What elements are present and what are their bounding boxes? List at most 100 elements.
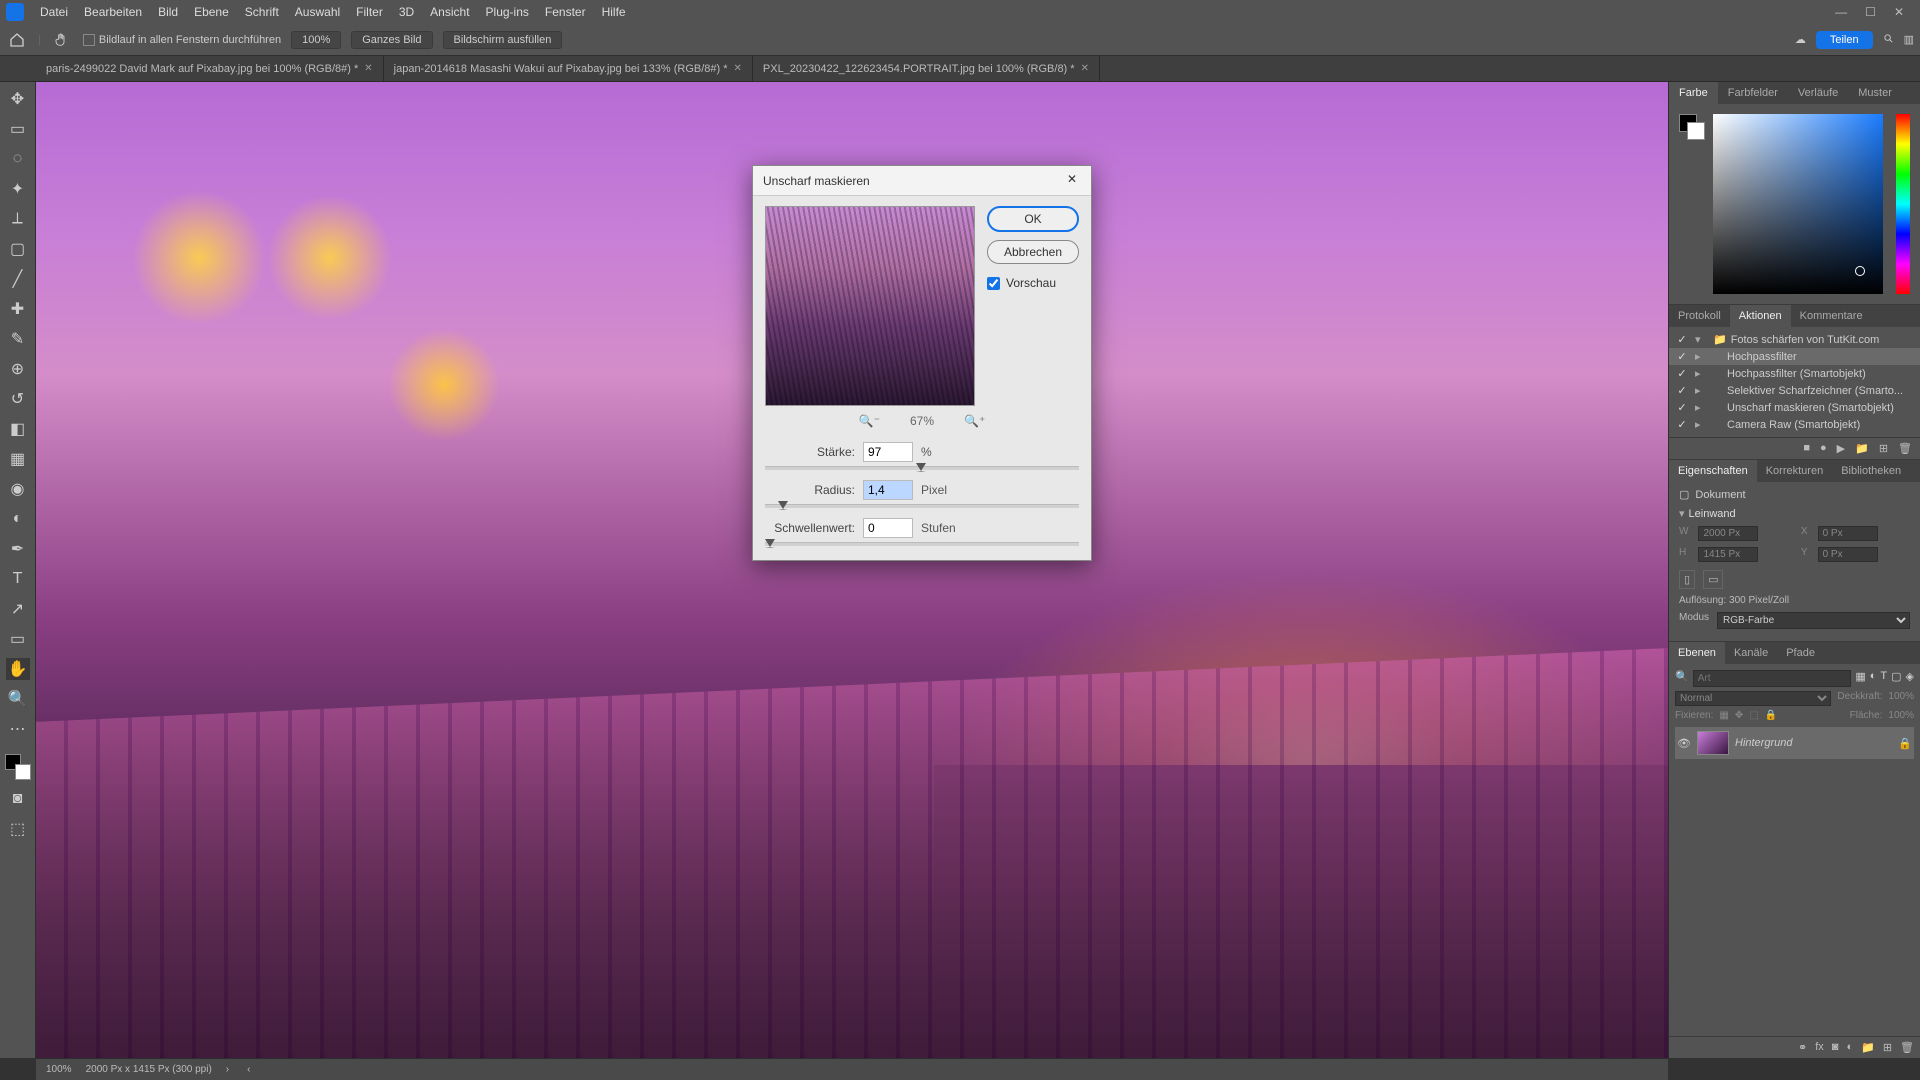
document-tab[interactable]: paris-2499022 David Mark auf Pixabay.jpg… <box>36 56 384 81</box>
filter-type-icon[interactable]: T <box>1880 670 1887 687</box>
blend-mode-select[interactable]: Normal <box>1675 691 1831 706</box>
document-tab[interactable]: PXL_20230422_122623454.PORTRAIT.jpg bei … <box>753 56 1100 81</box>
threshold-slider[interactable] <box>765 542 1079 546</box>
eyedropper-tool-icon[interactable]: ╱ <box>6 268 30 290</box>
preview-checkbox[interactable]: Vorschau <box>987 276 1079 290</box>
shape-tool-icon[interactable]: ▭ <box>6 628 30 650</box>
marquee-tool-icon[interactable]: ▭ <box>6 118 30 140</box>
tab-paths[interactable]: Pfade <box>1777 642 1824 664</box>
width-field[interactable] <box>1698 526 1758 541</box>
height-field[interactable] <box>1698 547 1758 562</box>
radius-slider[interactable] <box>765 504 1079 508</box>
status-doc-info[interactable]: 2000 Px x 1415 Px (300 ppi) <box>86 1064 212 1075</box>
ok-button[interactable]: OK <box>987 206 1079 232</box>
close-tab-icon[interactable]: ✕ <box>1081 63 1089 74</box>
filter-shape-icon[interactable]: ▢ <box>1891 670 1901 687</box>
tab-channels[interactable]: Kanäle <box>1725 642 1777 664</box>
fill-screen-button[interactable]: Bildschirm ausfüllen <box>443 31 563 49</box>
document-tab[interactable]: japan-2014618 Masashi Wakui auf Pixabay.… <box>384 56 753 81</box>
color-field[interactable] <box>1713 114 1883 294</box>
hand-tool-icon[interactable] <box>51 29 73 51</box>
stamp-tool-icon[interactable]: ⊕ <box>6 358 30 380</box>
new-action-icon[interactable]: ⊞ <box>1879 442 1888 455</box>
filter-adjust-icon[interactable]: ◐ <box>1870 670 1877 687</box>
tab-patterns[interactable]: Muster <box>1848 82 1902 104</box>
home-icon[interactable] <box>6 29 28 51</box>
record-icon[interactable]: ● <box>1820 442 1827 455</box>
minimize-icon[interactable]: — <box>1835 5 1847 19</box>
tab-comments[interactable]: Kommentare <box>1791 305 1872 327</box>
share-button[interactable]: Teilen <box>1816 31 1873 49</box>
tab-history[interactable]: Protokoll <box>1669 305 1730 327</box>
close-icon[interactable]: ✕ <box>1063 172 1081 190</box>
menu-item[interactable]: Bild <box>150 5 186 19</box>
menu-item[interactable]: Ansicht <box>422 5 477 19</box>
cloud-icon[interactable]: ☁ <box>1795 33 1806 46</box>
amount-slider[interactable] <box>765 466 1079 470</box>
blur-tool-icon[interactable]: ◉ <box>6 478 30 500</box>
tab-swatches[interactable]: Farbfelder <box>1718 82 1788 104</box>
zoom-out-icon[interactable]: 🔍⁻ <box>859 414 880 428</box>
link-icon[interactable]: ⚭ <box>1798 1041 1807 1054</box>
visibility-icon[interactable]: 👁 <box>1677 737 1691 750</box>
stop-icon[interactable]: ■ <box>1803 442 1810 455</box>
dodge-tool-icon[interactable]: ◐ <box>6 508 30 530</box>
tab-actions[interactable]: Aktionen <box>1730 305 1791 327</box>
preview-image[interactable] <box>765 206 975 406</box>
crop-tool-icon[interactable]: ⟂ <box>6 208 30 230</box>
x-field[interactable] <box>1818 526 1878 541</box>
play-icon[interactable]: ▶ <box>1837 442 1845 455</box>
fx-icon[interactable]: fx <box>1815 1041 1824 1054</box>
mode-select[interactable]: RGB-Farbe <box>1717 612 1910 629</box>
amount-input[interactable] <box>863 442 913 462</box>
trash-icon[interactable]: 🗑 <box>1900 1041 1914 1054</box>
zoom-level-button[interactable]: 100% <box>291 31 341 49</box>
edit-toolbar-icon[interactable]: ⋯ <box>6 718 30 740</box>
heal-tool-icon[interactable]: ✚ <box>6 298 30 320</box>
opacity-value[interactable]: 100% <box>1888 691 1914 706</box>
y-field[interactable] <box>1818 547 1878 562</box>
group-icon[interactable]: 📁 <box>1861 1041 1875 1054</box>
filter-smart-icon[interactable]: ◈ <box>1906 670 1914 687</box>
hue-slider[interactable] <box>1896 114 1910 294</box>
layer-row[interactable]: 👁 Hintergrund 🔒 <box>1675 727 1914 759</box>
layer-filter-input[interactable] <box>1693 670 1852 687</box>
zoom-in-icon[interactable]: 🔍⁺ <box>964 414 985 428</box>
pen-tool-icon[interactable]: ✒ <box>6 538 30 560</box>
menu-item[interactable]: Filter <box>348 5 391 19</box>
search-icon[interactable] <box>1883 33 1894 47</box>
dialog-titlebar[interactable]: Unscharf maskieren ✕ <box>753 166 1091 196</box>
layer-thumbnail[interactable] <box>1697 731 1729 755</box>
history-brush-tool-icon[interactable]: ↺ <box>6 388 30 410</box>
action-set[interactable]: Fotos schärfen von TutKit.com <box>1731 334 1880 346</box>
tab-layers[interactable]: Ebenen <box>1669 642 1725 664</box>
adjustment-icon[interactable]: ◐ <box>1846 1041 1853 1054</box>
hand-tool-icon[interactable]: ✋ <box>6 658 30 680</box>
trash-icon[interactable]: 🗑 <box>1898 442 1912 455</box>
action-item[interactable]: Selektiver Scharfzeichner (Smarto... <box>1727 385 1903 397</box>
mask-icon[interactable]: ◙ <box>1832 1041 1839 1054</box>
chevron-left-icon[interactable]: ‹ <box>247 1064 250 1075</box>
tab-libraries[interactable]: Bibliotheken <box>1832 460 1910 482</box>
move-tool-icon[interactable]: ✥ <box>6 88 30 110</box>
workspace-icon[interactable]: ▥ <box>1904 33 1914 46</box>
fill-value[interactable]: 100% <box>1888 710 1914 721</box>
path-tool-icon[interactable]: ↗ <box>6 598 30 620</box>
lock-all-icon[interactable]: 🔒 <box>1765 710 1777 721</box>
status-zoom[interactable]: 100% <box>46 1064 72 1075</box>
orient-landscape-icon[interactable]: ▭ <box>1703 570 1723 589</box>
screenmode-icon[interactable]: ⬚ <box>6 818 30 840</box>
menu-item[interactable]: Ebene <box>186 5 237 19</box>
menu-item[interactable]: Schrift <box>237 5 287 19</box>
tab-gradients[interactable]: Verläufe <box>1788 82 1848 104</box>
close-icon[interactable]: ✕ <box>1894 5 1904 19</box>
orient-portrait-icon[interactable]: ▯ <box>1679 570 1695 589</box>
menu-item[interactable]: 3D <box>391 5 422 19</box>
quickmask-icon[interactable]: ◙ <box>6 788 30 810</box>
canvas-section-label[interactable]: Leinwand <box>1689 508 1736 520</box>
lock-pixels-icon[interactable]: ▦ <box>1719 710 1728 721</box>
zoom-tool-icon[interactable]: 🔍 <box>6 688 30 710</box>
menu-item[interactable]: Fenster <box>537 5 594 19</box>
menu-item[interactable]: Plug-ins <box>478 5 537 19</box>
close-tab-icon[interactable]: ✕ <box>734 63 742 74</box>
